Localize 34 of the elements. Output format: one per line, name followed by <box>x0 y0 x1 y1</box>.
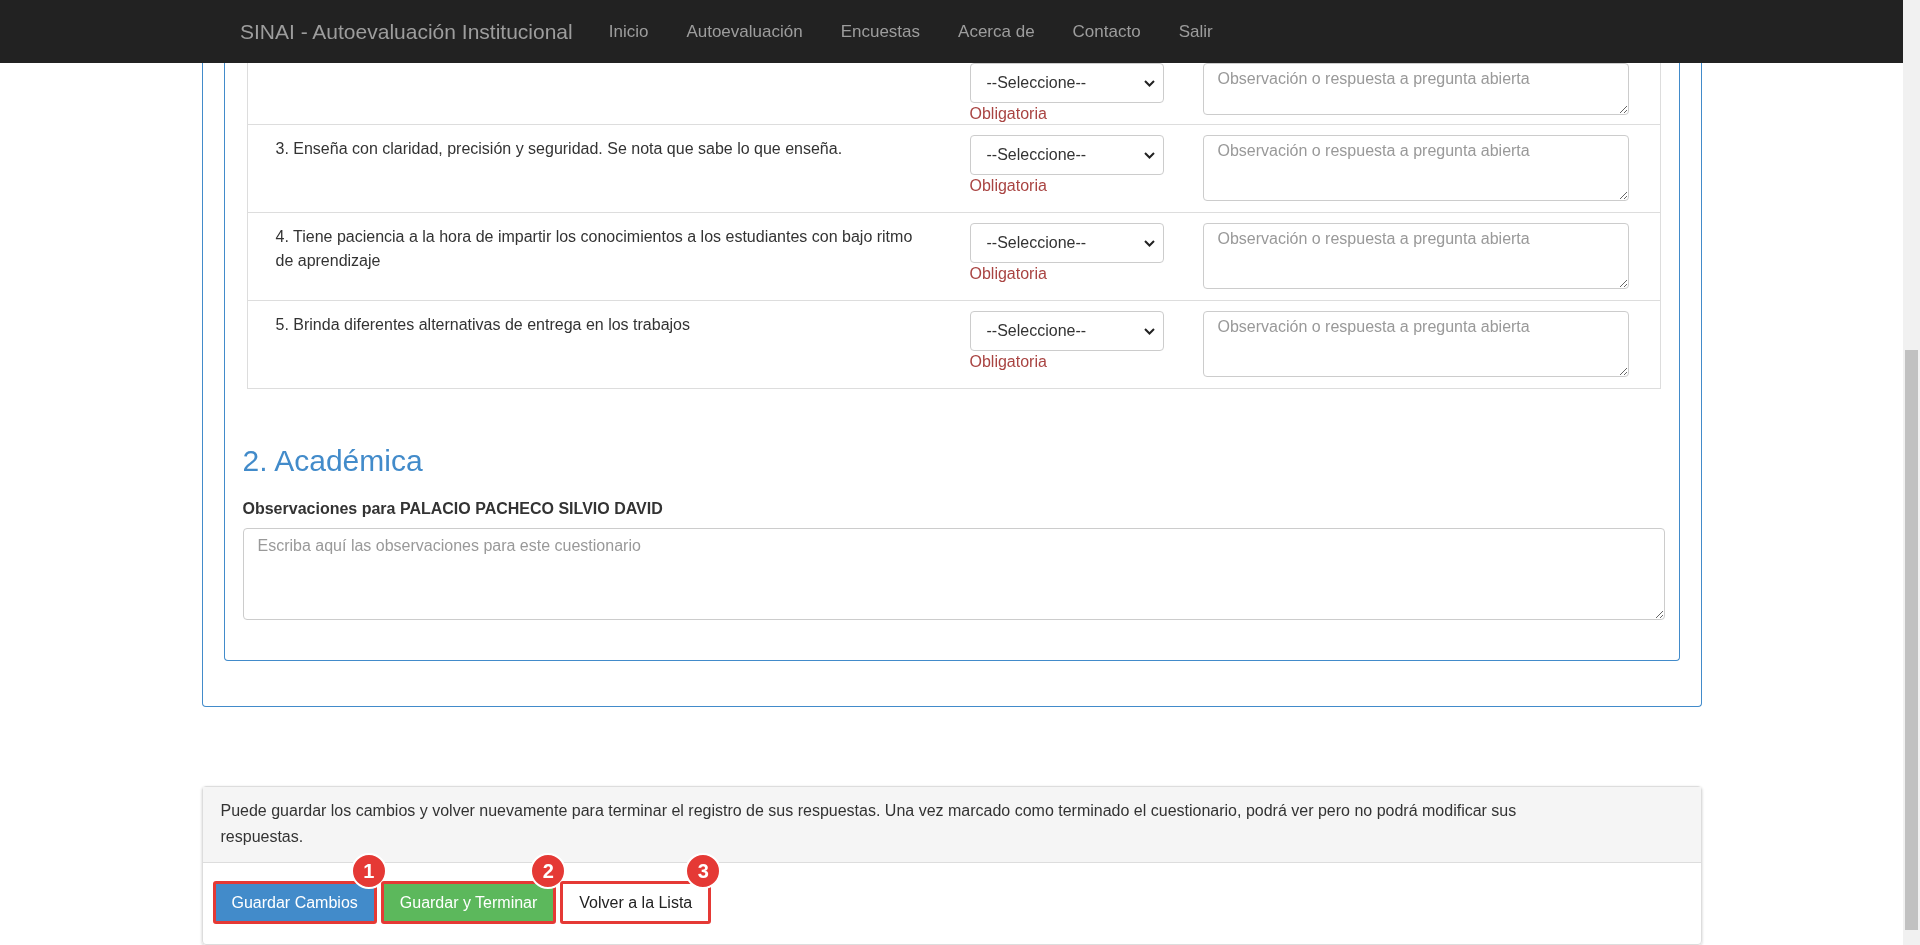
required-text: Obligatoria <box>969 353 1048 371</box>
nav-link[interactable]: Inicio <box>608 21 649 42</box>
answer-select[interactable]: --Seleccione-- <box>969 135 1164 175</box>
chevron-icon <box>1143 327 1155 335</box>
required-text: Obligatoria <box>969 105 1048 123</box>
observations-field[interactable]: Escriba aquí las observaciones para este cuestionario <box>242 528 1665 620</box>
chevron-icon <box>1143 151 1155 159</box>
nav-link[interactable]: Salir <box>1178 21 1213 42</box>
chevron-icon <box>1143 239 1155 247</box>
chevron-icon <box>1143 79 1155 87</box>
answer-select[interactable]: --Seleccione-- <box>969 311 1164 351</box>
answer-field[interactable]: Observación o respuesta a pregunta abierta <box>1202 311 1629 377</box>
action-button[interactable]: Guardar Cambios <box>212 881 377 924</box>
question-text: 3. Enseña con claridad, precisión y seguridad. Se nota que sabe lo que enseña. <box>275 140 843 157</box>
nav-link[interactable]: Encuestas <box>840 21 921 42</box>
answer-field[interactable]: Observación o respuesta a pregunta abierta <box>1202 223 1629 289</box>
section-heading: 2. Académica <box>242 443 423 479</box>
answer-select[interactable]: --Seleccione-- <box>969 63 1164 103</box>
answer-field[interactable]: Observación o respuesta a pregunta abierta <box>1202 63 1629 115</box>
scrollbar-thumb[interactable] <box>1905 350 1918 930</box>
brand-link[interactable]: SINAI - Autoevaluación Institucional <box>240 19 573 44</box>
nav-link[interactable]: Acerca de <box>958 21 1035 42</box>
question-text: 5. Brinda diferentes alternativas de entrega en los trabajos <box>275 316 690 333</box>
required-text: Obligatoria <box>969 265 1048 283</box>
scrollbar[interactable] <box>1903 0 1920 945</box>
question-text: 4. Tiene paciencia a la hora de impartir los conocimientos a los estudiantes con bajo ritmo de aprendizaje <box>275 228 913 269</box>
answer-select[interactable]: --Seleccione-- <box>969 223 1164 263</box>
required-text: Obligatoria <box>969 177 1048 195</box>
nav-link[interactable]: Autoevaluación <box>686 21 803 42</box>
observations-label: Observaciones para PALACIO PACHECO SILVIO DAVID <box>242 500 663 518</box>
notice-text: Puede guardar los cambios y volver nuevamente para terminar el registro de sus respuestas. Una vez marcado como terminado el cuestionario, podrá ver pero no podrá modificar sus respuestas. <box>220 801 1518 847</box>
nav-link[interactable]: Contacto <box>1072 21 1141 42</box>
action-button[interactable]: Volver a la Lista <box>560 881 712 924</box>
answer-field[interactable]: Observación o respuesta a pregunta abierta <box>1202 135 1629 201</box>
